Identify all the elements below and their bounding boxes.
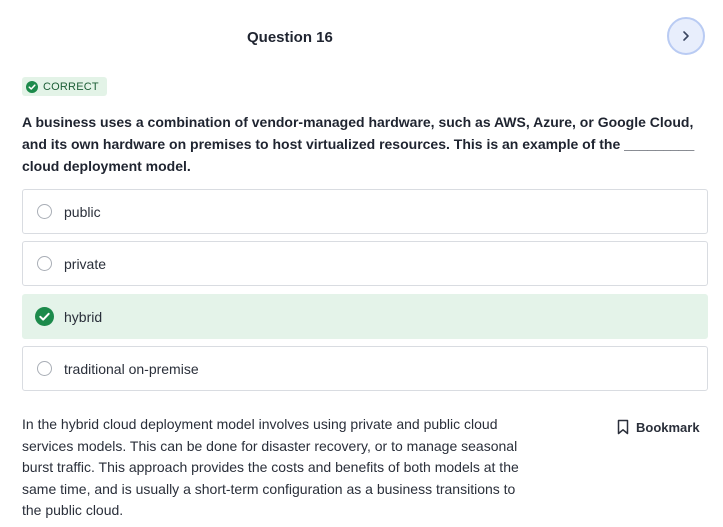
radio-button[interactable] [37, 204, 52, 219]
next-question-button[interactable] [667, 17, 705, 55]
chevron-right-icon [683, 31, 689, 41]
option-label: hybrid [64, 308, 103, 325]
question-number-title: Question 16 [247, 29, 333, 46]
question-text: A business uses a combination of vendor-… [22, 114, 695, 174]
check-circle-icon [35, 307, 54, 326]
bookmark-label: Bookmark [636, 419, 700, 435]
result-label: CORRECT [43, 80, 99, 93]
result-badge: CORRECT [22, 77, 107, 96]
bookmark-button[interactable]: Bookmark [617, 419, 700, 435]
option-label: private [64, 255, 107, 272]
bookmark-icon [617, 419, 629, 435]
option-label: public [64, 203, 101, 220]
option-private[interactable]: private [22, 241, 708, 286]
radio-button[interactable] [37, 361, 52, 376]
option-hybrid[interactable]: hybrid [22, 294, 708, 339]
option-public[interactable]: public [22, 189, 708, 234]
quiz-page: Question 16 CORRECT A business uses a co… [0, 0, 723, 527]
option-traditional-on-premise[interactable]: traditional on-premise [22, 346, 708, 391]
option-label: traditional on-premise [64, 360, 199, 377]
check-circle-icon [26, 80, 38, 93]
explanation-text: In the hybrid cloud deployment model inv… [22, 416, 519, 518]
radio-button[interactable] [37, 256, 52, 271]
